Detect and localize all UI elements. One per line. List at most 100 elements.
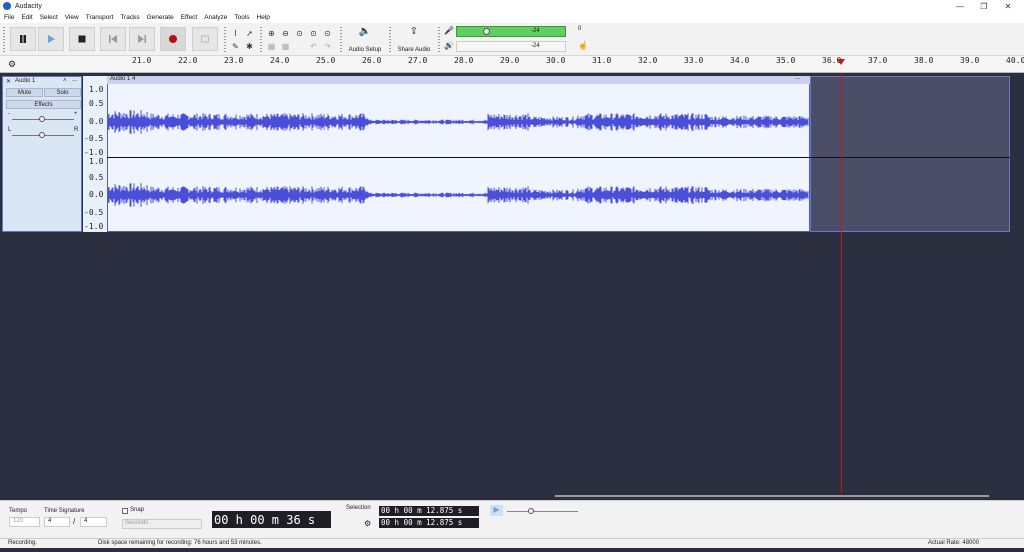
meter-grip[interactable] <box>438 27 440 53</box>
draw-tool-icon[interactable]: ✎ <box>230 41 241 52</box>
selection-settings-icon[interactable]: ⚙ <box>364 519 374 529</box>
clip-menu-button[interactable]: ... <box>795 75 800 81</box>
ruler-tick: 34.0 <box>730 56 750 65</box>
menu-tracks[interactable]: Tracks <box>120 14 139 21</box>
track-control-panel[interactable]: ✕ Audio 1 ˄ ... Mute Solo Effects - + L … <box>2 76 82 232</box>
zoom-in-icon[interactable]: ⊕ <box>266 28 277 39</box>
track-close-icon[interactable]: ✕ <box>6 78 11 85</box>
play-at-speed-icon[interactable]: ▶ <box>490 505 503 516</box>
restore-button[interactable]: ❐ <box>972 0 996 12</box>
clip-title-bar[interactable]: Audio 1 4 ... <box>107 75 810 84</box>
timeline-settings-icon[interactable]: ⚙ <box>8 59 16 70</box>
audio-clip[interactable] <box>107 76 810 232</box>
playback-speaker-icon[interactable]: 🔊 <box>444 41 454 50</box>
play-button[interactable] <box>38 27 64 51</box>
tools-grip[interactable] <box>224 27 226 53</box>
menu-tools[interactable]: Tools <box>234 14 249 21</box>
microphone-icon[interactable]: 🎤 <box>444 26 454 35</box>
undo-icon[interactable]: ↶ <box>308 41 319 52</box>
menu-analyze[interactable]: Analyze <box>204 14 227 21</box>
track-collapse-icon[interactable]: ˄ <box>63 78 67 84</box>
selection-start[interactable]: 00 h 00 m 12.875 s <box>379 506 479 516</box>
silence-icon[interactable]: ▦ <box>280 41 291 52</box>
audio-setup-button[interactable]: 🔈 Audio Setup <box>345 26 385 53</box>
playback-meter[interactable]: -24 <box>456 41 566 52</box>
tempo-label: Tempo <box>9 508 28 514</box>
skip-start-button[interactable] <box>100 27 126 51</box>
skip-end-button[interactable] <box>129 27 155 51</box>
record-button[interactable] <box>160 27 186 51</box>
redo-icon[interactable]: ↷ <box>322 41 333 52</box>
menu-edit[interactable]: Edit <box>21 14 32 21</box>
fit-selection-icon[interactable]: ⊙ <box>294 28 305 39</box>
zoom-toggle-icon[interactable]: ⊙ <box>322 28 333 39</box>
meter-options-icon[interactable]: ☝ <box>578 41 588 50</box>
share-audio-button[interactable]: ⇪ Share Audio <box>394 26 434 53</box>
close-button[interactable]: ✕ <box>996 0 1020 12</box>
track-name[interactable]: Audio 1 <box>15 78 35 84</box>
record-meter-slider[interactable] <box>483 28 490 35</box>
menu-view[interactable]: View <box>65 14 79 21</box>
gain-slider-handle[interactable] <box>39 116 45 122</box>
tempo-input[interactable]: 120 <box>9 517 40 527</box>
clip-name[interactable]: Audio 1 4 <box>110 76 135 82</box>
ruler-tick: 37.0 <box>868 56 888 65</box>
menu-transport[interactable]: Transport <box>86 14 114 21</box>
menu-select[interactable]: Select <box>40 14 58 21</box>
trim-icon[interactable]: ▦ <box>266 41 277 52</box>
solo-button[interactable]: Solo <box>44 88 81 97</box>
stop-button[interactable] <box>69 27 95 51</box>
scale-bottom-0: 0.0 <box>89 190 104 199</box>
ruler-tick: 40.0 <box>1006 56 1024 65</box>
time-signature-denominator[interactable]: 4 <box>80 517 107 527</box>
gain-slider[interactable] <box>12 116 74 122</box>
scale-bottom-05: 0.5 <box>89 173 104 182</box>
ruler-tick: 25.0 <box>316 56 336 65</box>
time-signature-numerator[interactable]: 4 <box>44 517 70 527</box>
horizontal-scrollbar[interactable] <box>555 495 989 497</box>
snap-checkbox[interactable] <box>122 508 128 514</box>
effects-button[interactable]: Effects <box>6 100 81 109</box>
stop-icon <box>78 35 86 43</box>
time-display[interactable]: 00 h 00 m 36 s <box>212 511 331 528</box>
play-speed-handle[interactable] <box>528 508 534 514</box>
loop-icon <box>201 35 209 43</box>
fit-project-icon[interactable]: ⊙ <box>308 28 319 39</box>
record-icon <box>169 35 177 43</box>
envelope-tool-icon[interactable]: ➚ <box>244 28 255 39</box>
window-title: Audacity <box>15 2 42 10</box>
menu-generate[interactable]: Generate <box>147 14 174 21</box>
record-meter[interactable]: -24 <box>456 26 566 37</box>
menu-help[interactable]: Help <box>257 14 270 21</box>
pause-button[interactable] <box>10 27 36 51</box>
zoom-out-icon[interactable]: ⊖ <box>280 28 291 39</box>
play-speed-slider[interactable] <box>507 508 578 514</box>
ruler-tick: 23.0 <box>224 56 244 65</box>
menu-effect[interactable]: Effect <box>181 14 198 21</box>
waveform[interactable] <box>108 77 809 231</box>
toolbar: I ➚ ✎ ✱ ⊕ ⊖ ⊙ ⊙ ⊙ ▦ ▦ ↶ ↷ 🔈 Audio Setup … <box>0 23 1024 56</box>
menu-file[interactable]: File <box>4 14 14 21</box>
timeline-ruler[interactable]: ⚙ 21.0 22.0 23.0 24.0 25.0 26.0 27.0 28.0 29.0 30… <box>0 56 1024 73</box>
ruler-tick: 30.0 <box>546 56 566 65</box>
mute-button[interactable]: Mute <box>6 88 43 97</box>
share-grip[interactable] <box>389 27 391 53</box>
loop-button[interactable] <box>192 27 218 51</box>
ruler-tick: 24.0 <box>270 56 290 65</box>
pan-slider-handle[interactable] <box>39 132 45 138</box>
minimize-button[interactable]: — <box>948 0 972 12</box>
selection-tool-icon[interactable]: I <box>230 28 241 39</box>
snap-unit-select[interactable]: Seconds <box>122 519 202 529</box>
track-menu-button[interactable]: ... <box>72 77 77 83</box>
bottom-toolbar: Tempo 120 Time Signature 4 / 4 Snap Seco… <box>0 500 1024 538</box>
edit-grip[interactable] <box>260 27 262 53</box>
audio-setup-grip[interactable] <box>340 27 342 53</box>
ruler-tick: 26.0 <box>362 56 382 65</box>
playhead-marker-icon[interactable] <box>837 59 845 65</box>
multi-tool-icon[interactable]: ✱ <box>244 41 255 52</box>
pan-slider[interactable] <box>12 132 74 138</box>
toolbar-grip[interactable] <box>3 27 5 53</box>
vertical-scale[interactable]: 1.0 0.5 0.0 -0.5 -1.0 1.0 0.5 0.0 -0.5 -… <box>83 76 107 232</box>
empty-track-region[interactable] <box>810 76 1010 232</box>
selection-end[interactable]: 00 h 00 m 12.875 s <box>379 518 479 528</box>
